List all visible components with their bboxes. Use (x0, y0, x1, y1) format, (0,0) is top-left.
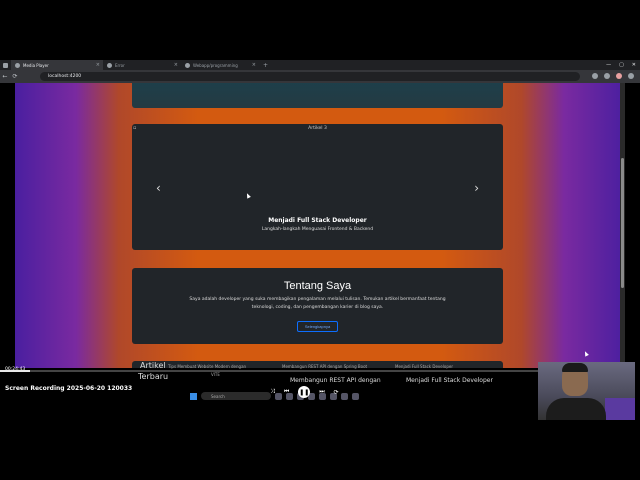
article-thumb-sub: VITE (211, 372, 220, 377)
close-button[interactable]: ✕ (632, 62, 636, 68)
tab-label: Webapp/programming (193, 62, 238, 68)
taskbar-search[interactable]: Search (201, 392, 271, 400)
article-card-title[interactable]: Membangun REST API dengan (290, 377, 381, 384)
tab-label: Media Player (23, 62, 49, 68)
previous-icon[interactable]: ⏮ (284, 388, 289, 396)
carousel-slide-title: Menjadi Full Stack Developer (268, 217, 367, 224)
window-controls: — ▢ ✕ (606, 60, 636, 70)
page-scrollbar[interactable] (620, 83, 625, 368)
window-menu-icon[interactable] (3, 62, 8, 68)
carousel-image-alt: Artikel 3 (308, 126, 327, 131)
back-icon[interactable]: ← (0, 73, 10, 80)
page-viewport: ▫ Artikel 3 ‹ › Menjadi Full Stack Devel… (15, 83, 625, 368)
carousel-prev-button[interactable]: ‹ (156, 181, 161, 195)
article-thumb-alt: Membangun REST API dengan Spring Boot (282, 364, 368, 369)
url-text: localhost:4200 (48, 74, 82, 79)
articles-heading: Artikel (140, 361, 166, 370)
tab-close-icon[interactable]: × (174, 62, 178, 68)
reload-icon[interactable]: ⟳ (10, 73, 20, 80)
scrollbar-thumb[interactable] (621, 158, 624, 288)
browser-toolbar: ← ⟳ localhost:4200 (0, 70, 640, 83)
tab-media-player[interactable]: Media Player × (11, 60, 103, 70)
shuffle-icon[interactable]: ⤨ (270, 388, 275, 396)
bookmark-icon[interactable] (592, 73, 598, 79)
start-button[interactable] (190, 392, 197, 400)
tab-close-icon[interactable]: × (252, 62, 256, 68)
article-thumb-alt: Tips Membuat Website Modern dengan (168, 364, 247, 369)
extension-icons (592, 73, 634, 79)
carousel-next-button[interactable]: › (474, 181, 479, 195)
webcam-background (605, 398, 635, 420)
browser-tabbar: Media Player × Error × Webapp/programmin… (0, 60, 640, 70)
extension-icon[interactable] (604, 73, 610, 79)
about-text: Saya adalah developer yang suka membagik… (189, 297, 446, 310)
webcam-person-hair (562, 363, 588, 372)
tab-label: Error (115, 62, 125, 68)
webcam-feed (538, 362, 635, 420)
media-controls: ⤨ ⏮ ❚❚ ⏭ ⟳ (270, 386, 339, 398)
next-icon[interactable]: ⏭ (319, 388, 324, 396)
article-thumb-alt: Menjadi Full Stack Developer (395, 364, 453, 369)
about-section: Tentang Saya Saya adalah developer yang … (132, 268, 503, 344)
pause-icon: ❚❚ (299, 388, 310, 396)
tab-webapp[interactable]: Webapp/programming × (181, 60, 259, 70)
repeat-icon[interactable]: ⟳ (334, 389, 339, 396)
taskbar-search-placeholder: Search (211, 393, 225, 399)
media-timestamp: 00:24:43 (5, 367, 26, 372)
carousel-slide-subtitle: Langkah-langkah Menguasai Frontend & Bac… (261, 227, 374, 232)
mouse-cursor-icon (245, 192, 251, 199)
webcam-person-body (546, 398, 606, 420)
article-carousel: ▫ Artikel 3 ‹ › Menjadi Full Stack Devel… (132, 124, 503, 250)
tab-error[interactable]: Error × (103, 60, 181, 70)
tab-favicon-icon (15, 62, 20, 68)
minimize-button[interactable]: — (606, 62, 611, 68)
app-icon[interactable] (341, 392, 348, 400)
menu-icon[interactable] (628, 73, 634, 79)
tab-close-icon[interactable]: × (96, 62, 100, 68)
tab-favicon-icon (107, 62, 112, 68)
read-more-button[interactable]: Selengkapnya (297, 321, 338, 332)
new-tab-button[interactable]: + (259, 62, 272, 69)
articles-heading-sub: Terbaru (138, 372, 169, 381)
maximize-button[interactable]: ▢ (619, 62, 624, 68)
about-title: Tentang Saya (283, 280, 352, 292)
pause-button[interactable]: ❚❚ (298, 386, 311, 398)
tab-favicon-icon (185, 62, 190, 68)
screen: Media Player × Error × Webapp/programmin… (0, 0, 640, 480)
hero-section (132, 83, 503, 108)
app-icon[interactable] (352, 392, 359, 400)
media-title: Screen Recording 2025-06-20 120033 (5, 385, 133, 392)
address-bar[interactable]: localhost:4200 (40, 72, 580, 81)
article-card-title[interactable]: Menjadi Full Stack Developer (406, 377, 493, 384)
media-timeline[interactable] (0, 370, 540, 372)
profile-avatar[interactable] (616, 73, 622, 79)
